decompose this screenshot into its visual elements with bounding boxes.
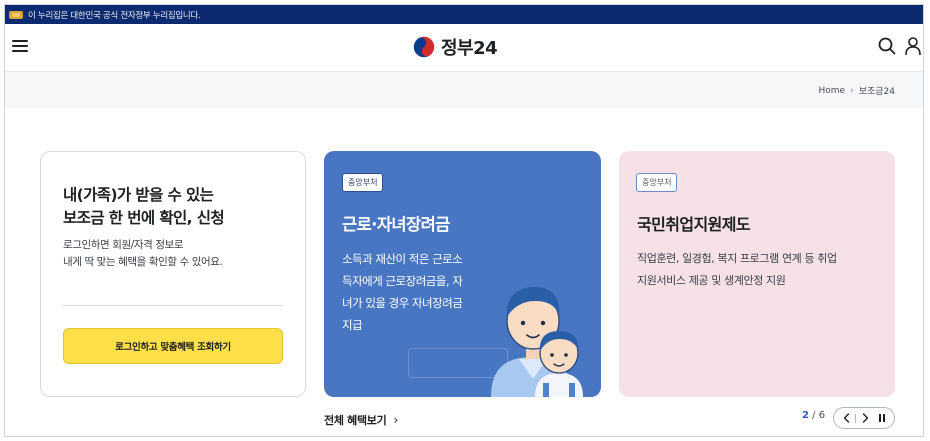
breadcrumb-bar: Home › 보조금24 — [5, 72, 923, 108]
benefit-card-description: 직업훈련, 일경험, 복지 프로그램 연계 등 취업 지원서비스 제공 및 생계… — [637, 248, 837, 292]
benefit-card-employment[interactable]: 중앙부처 국민취업지원제도 직업훈련, 일경험, 복지 프로그램 연계 등 취업… — [619, 151, 895, 397]
view-all-benefits-link[interactable]: 전체 혜택보기 › — [324, 412, 398, 428]
benefit-desc-line: 소득과 재산이 적은 근로소 — [342, 252, 463, 266]
divider — [63, 305, 283, 306]
browser-frame: 이 누리집은 대한민국 공식 전자정부 누리집입니다. 정부24 Home › — [4, 4, 924, 437]
breadcrumb-home[interactable]: Home — [819, 86, 846, 96]
benefit-card-title: 근로·자녀장려금 — [342, 215, 450, 234]
logo-text: 정부24 — [441, 38, 498, 59]
prev-icon[interactable] — [839, 410, 853, 426]
benefit-card-earned-income[interactable]: 중앙부처 근로·자녀장려금 소득과 재산이 적은 근로소 득자에게 근로장려금을… — [324, 151, 601, 397]
ghost-text — [388, 195, 508, 211]
benefit-card-title: 국민취업지원제도 — [637, 215, 751, 234]
chevron-right-icon: › — [850, 85, 854, 96]
benefit-desc-line: 지급 — [342, 318, 363, 332]
pause-icon[interactable] — [875, 410, 889, 426]
slide-current: 2 — [802, 410, 809, 421]
benefit-desc-line: 지원서비스 제공 및 생계안정 지원 — [637, 274, 786, 287]
login-benefit-card: 내(가족)가 받을 수 있는 보조금 한 번에 확인, 신청 로그인하면 회원/… — [40, 151, 306, 397]
slide-total: 6 — [818, 410, 826, 421]
login-card-title-line1: 내(가족)가 받을 수 있는 — [63, 186, 214, 204]
slide-separator: / — [812, 410, 816, 421]
divider — [855, 413, 857, 423]
breadcrumb-current[interactable]: 보조금24 — [859, 84, 895, 97]
benefit-desc-line: 녀가 있을 경우 자녀장려금 — [342, 296, 463, 310]
official-site-banner: 이 누리집은 대한민국 공식 전자정부 누리집입니다. — [5, 5, 923, 24]
benefit-desc-line: 득자에게 근로장려금을, 자 — [342, 274, 463, 288]
login-card-title-line2: 보조금 한 번에 확인, 신청 — [63, 209, 225, 227]
search-icon[interactable] — [878, 37, 896, 55]
user-icon[interactable] — [905, 37, 921, 55]
breadcrumb: Home › 보조금24 — [819, 84, 895, 98]
login-card-title: 내(가족)가 받을 수 있는 보조금 한 번에 확인, 신청 — [63, 184, 225, 230]
site-logo[interactable]: 정부24 — [413, 34, 498, 60]
benefit-card-description: 소득과 재산이 적은 근로소 득자에게 근로장려금을, 자 녀가 있을 경우 자… — [342, 248, 463, 336]
official-site-text: 이 누리집은 대한민국 공식 전자정부 누리집입니다. — [28, 10, 201, 21]
next-icon[interactable] — [859, 410, 873, 426]
korea-flag-mark-icon — [9, 10, 23, 19]
site-header: 정부24 — [5, 24, 923, 72]
chevron-right-icon: › — [393, 413, 398, 427]
father-child-illustration — [491, 287, 583, 397]
view-all-label: 전체 혜택보기 — [324, 414, 387, 427]
login-card-desc-line2: 내게 딱 맞는 혜택을 확인할 수 있어요. — [63, 256, 223, 268]
menu-icon[interactable] — [12, 39, 28, 53]
agency-badge: 중앙부처 — [636, 173, 678, 192]
slide-controls — [833, 407, 895, 429]
login-card-description: 로그인하면 회원/자격 정보로 내게 딱 맞는 혜택을 확인할 수 있어요. — [63, 237, 223, 271]
taegeuk-emblem-icon — [413, 36, 435, 58]
benefit-desc-line: 직업훈련, 일경험, 복지 프로그램 연계 등 취업 — [637, 252, 837, 265]
slide-counter: 2 / 6 — [802, 410, 825, 421]
login-card-desc-line1: 로그인하면 회원/자격 정보로 — [63, 239, 184, 251]
login-benefit-button[interactable]: 로그인하고 맞춤혜택 조회하기 — [63, 328, 283, 364]
agency-badge: 중앙부처 — [342, 173, 384, 192]
